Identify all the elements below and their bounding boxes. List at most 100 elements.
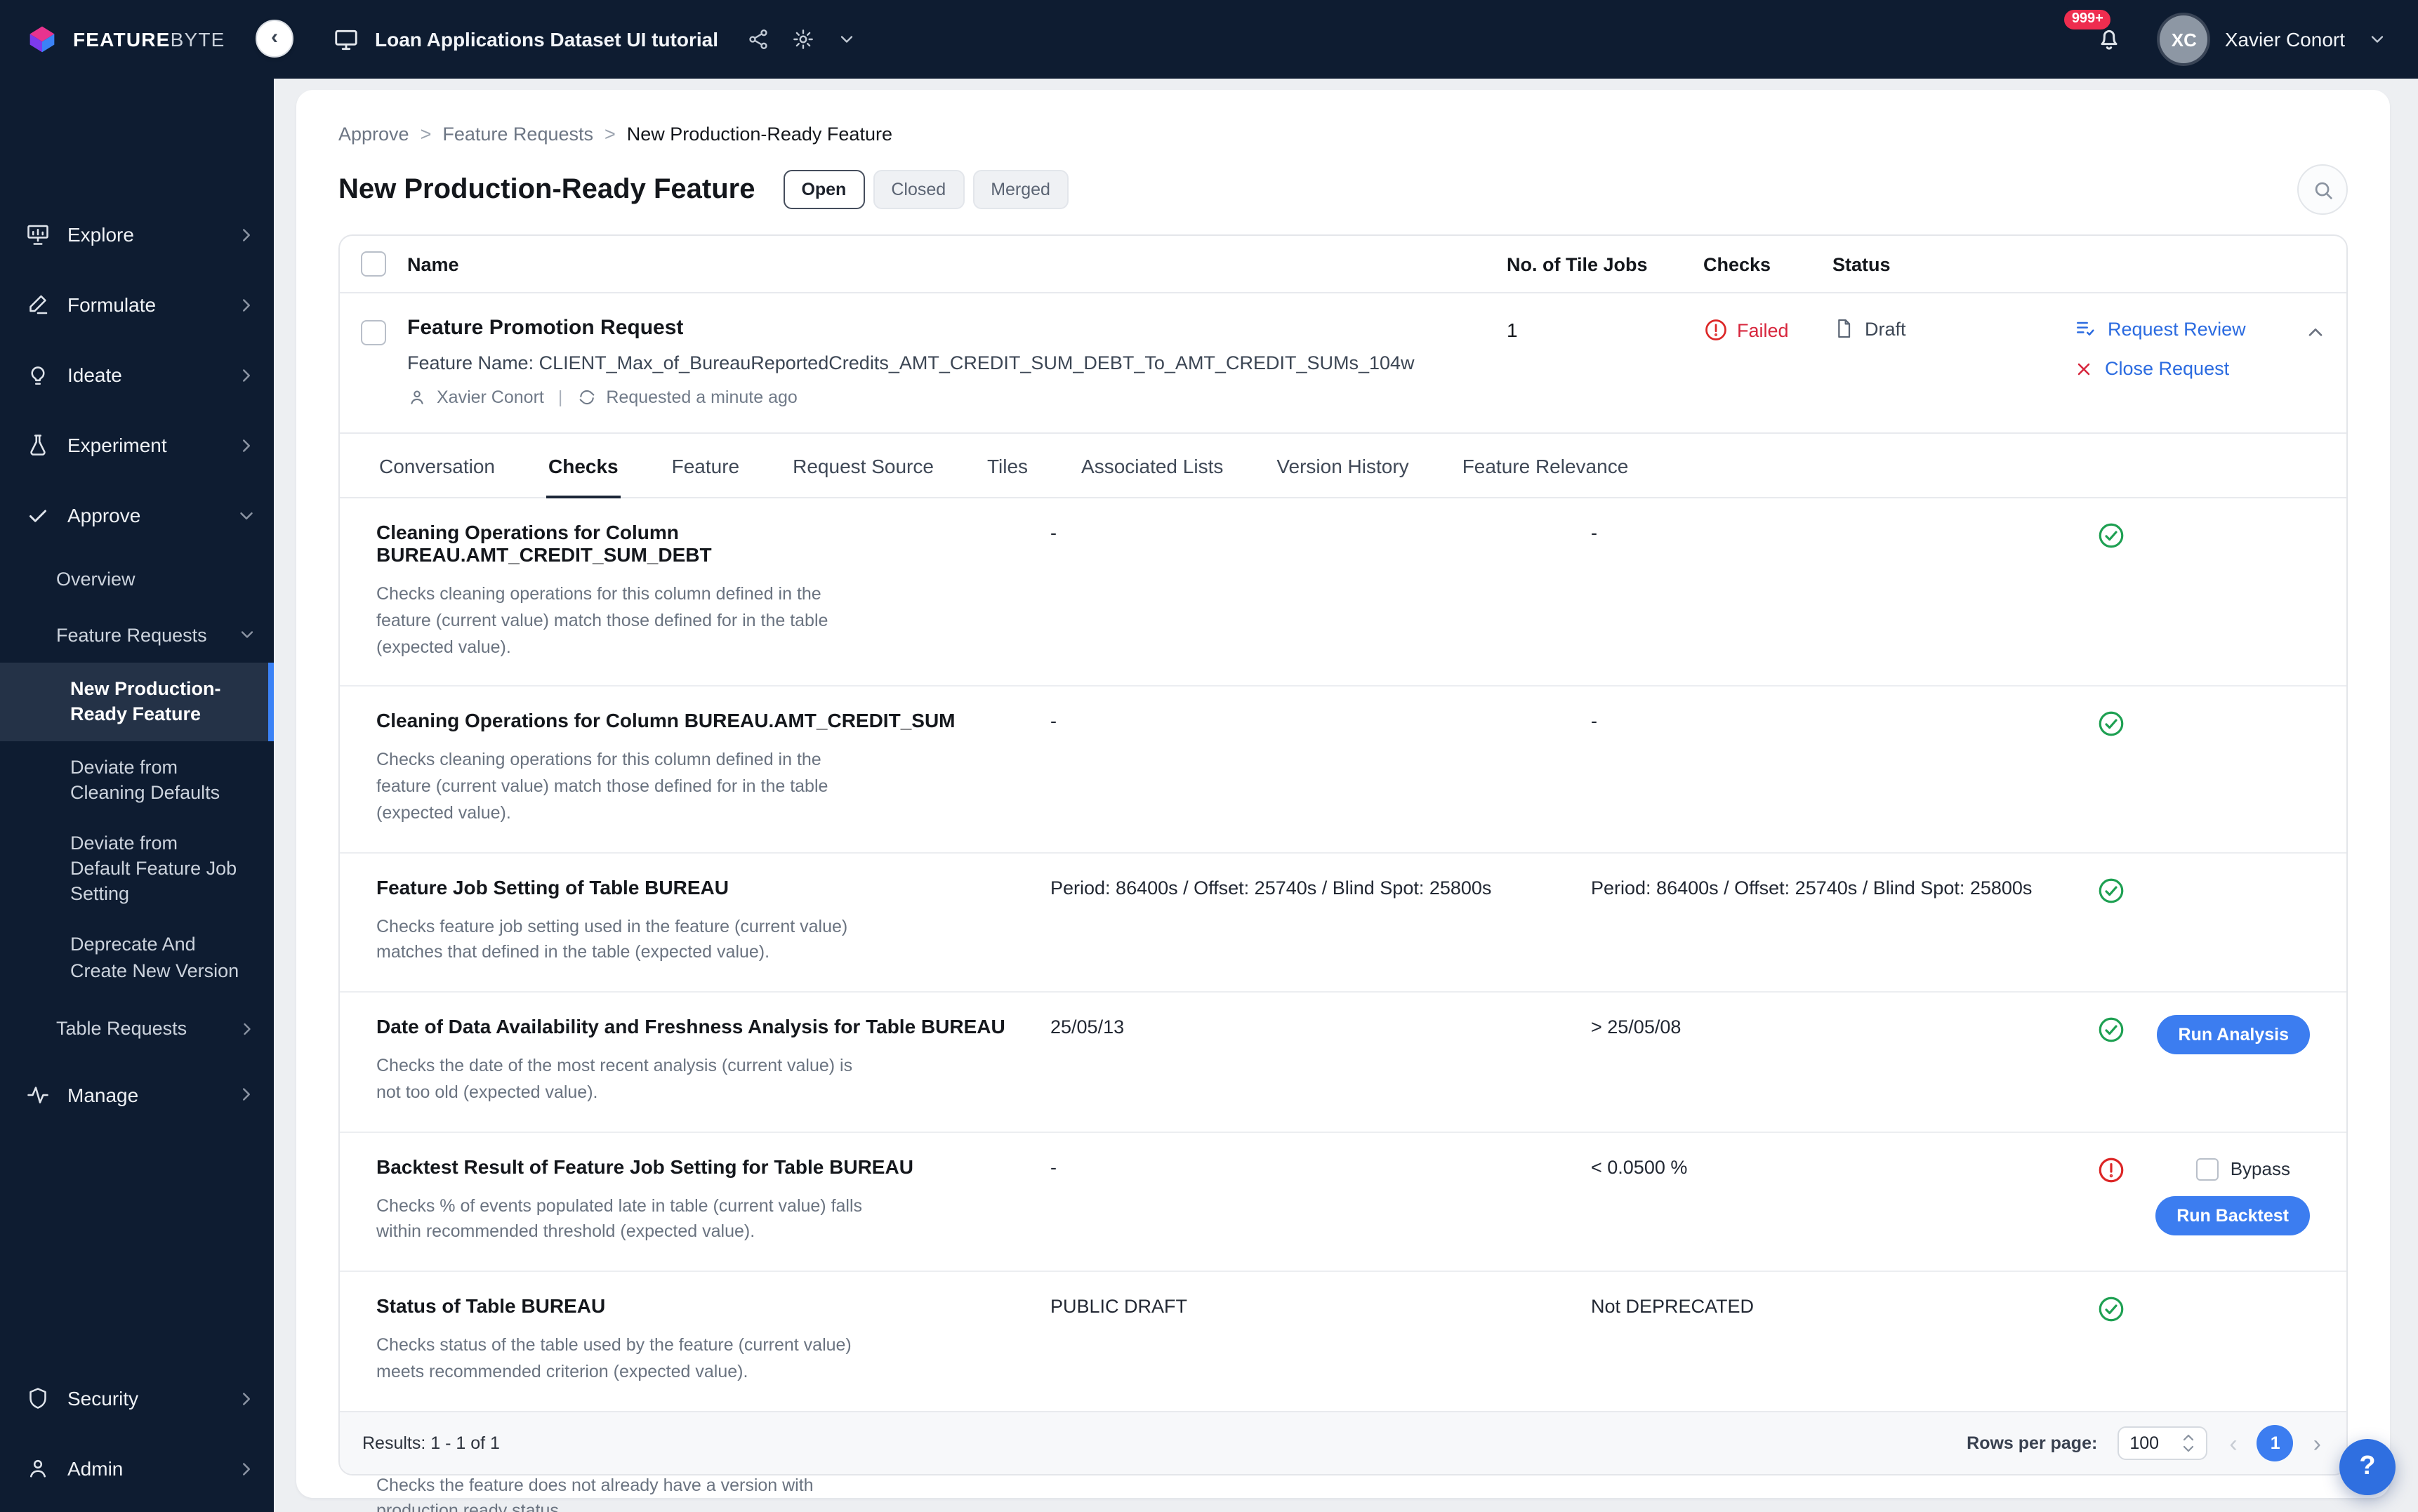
sidebar-item-formulate[interactable]: Formulate — [0, 270, 274, 340]
filter-open[interactable]: Open — [783, 170, 865, 209]
sidebar-item-deprecate-and-create-new-version[interactable]: Deprecate And Create New Version — [0, 919, 274, 997]
pagination-next-icon[interactable]: › — [2311, 1431, 2324, 1455]
search-button[interactable] — [2297, 164, 2348, 215]
tab-conversation[interactable]: Conversation — [376, 434, 498, 498]
tab-feature[interactable]: Feature — [669, 434, 743, 498]
page-title: New Production-Ready Feature — [338, 173, 755, 204]
tab-tiles[interactable]: Tiles — [984, 434, 1031, 498]
check-row: Feature Job Setting of Table BUREAU Chec… — [340, 853, 2346, 993]
tab-request-source[interactable]: Request Source — [790, 434, 937, 498]
check-description: Checks status of the table used by the f… — [376, 1335, 852, 1381]
sidebar-item-explore[interactable]: Explore — [0, 199, 274, 270]
breadcrumb-current: New Production-Ready Feature — [626, 124, 892, 145]
check-current-value: - — [1050, 710, 1057, 732]
sidebar-item-ideate[interactable]: Ideate — [0, 340, 274, 410]
help-button[interactable]: ? — [2339, 1439, 2396, 1495]
pagination-page-1[interactable]: 1 — [2257, 1425, 2294, 1461]
sidebar-item-deviate-from-default-feature-job-setting[interactable]: Deviate from Default Feature Job Setting — [0, 820, 274, 919]
requests-table: Name No. of Tile Jobs Checks Status Feat… — [338, 234, 2348, 1512]
filter-merged[interactable]: Merged — [972, 170, 1069, 209]
topbar: FEATUREBYTE Loan Applications Dataset UI… — [0, 0, 2418, 79]
breadcrumb-feature-requests[interactable]: Feature Requests — [442, 124, 593, 145]
check-title: Feature Job Setting of Table BUREAU — [376, 875, 729, 898]
select-all-checkbox[interactable] — [361, 251, 386, 277]
content-panel: Approve > Feature Requests > New Product… — [296, 90, 2390, 1512]
check-expected-value: < 0.0500 % — [1591, 1156, 1688, 1177]
sidebar-item-approve[interactable]: Approve — [0, 480, 274, 550]
chevron-right-icon — [236, 364, 257, 385]
tab-version-history[interactable]: Version History — [1274, 434, 1411, 498]
check-expected-value: - — [1591, 522, 1597, 543]
check-description: Checks cleaning operations for this colu… — [376, 584, 828, 656]
select-stepper-icon — [2181, 1433, 2194, 1453]
check-title: Backtest Result of Feature Job Setting f… — [376, 1155, 913, 1177]
check-expected-value: > 25/05/08 — [1591, 1016, 1682, 1037]
sidebar-item-label: Formulate — [67, 293, 157, 316]
approve-check-icon — [25, 503, 51, 528]
chevron-down-icon — [236, 505, 257, 526]
manage-activity-icon — [25, 1082, 51, 1107]
close-x-icon — [2074, 359, 2094, 378]
run-analysis-button[interactable]: Run Analysis — [2157, 1015, 2310, 1054]
breadcrumb-approve[interactable]: Approve — [338, 124, 409, 145]
featurebyte-logo-icon — [29, 26, 55, 53]
sidebar-item-table-requests[interactable]: Table Requests — [0, 997, 274, 1059]
check-title: Cleaning Operations for Column BUREAU.AM… — [376, 709, 956, 732]
sidebar-item-manage[interactable]: Manage — [0, 1059, 274, 1129]
check-circle-icon — [2096, 710, 2181, 739]
workspace-settings-button[interactable] — [786, 22, 819, 56]
check-description: Checks the feature does not already have… — [376, 1475, 814, 1512]
chevron-right-icon — [236, 1084, 257, 1105]
sidebar: Explore Formulate Ideate Experiment Appr… — [0, 79, 274, 1512]
sidebar-item-new-production-ready-feature[interactable]: New Production-Ready Feature — [0, 663, 274, 741]
check-title: Status of Table BUREAU — [376, 1294, 606, 1317]
user-menu-button[interactable] — [2362, 24, 2393, 55]
user-name: Xavier Conort — [2224, 28, 2345, 51]
check-expected-value: Not DEPRECATED — [1591, 1296, 1755, 1317]
sidebar-item-label: Security — [67, 1387, 139, 1410]
tab-feature-relevance[interactable]: Feature Relevance — [1460, 434, 1632, 498]
sidebar-item-deviate-from-cleaning-defaults[interactable]: Deviate from Cleaning Defaults — [0, 741, 274, 820]
sidebar-item-admin[interactable]: Admin — [0, 1433, 274, 1504]
sidebar-item-feature-requests[interactable]: Feature Requests — [0, 606, 274, 663]
sidebar-item-label: New Production-Ready Feature — [70, 677, 221, 724]
request-review-label: Request Review — [2108, 318, 2246, 339]
row-collapse-button[interactable] — [2285, 316, 2346, 344]
checks-list: Cleaning Operations for Column BUREAU.AM… — [340, 498, 2346, 1512]
bypass-checkbox[interactable] — [2196, 1158, 2219, 1180]
shield-icon — [25, 1386, 51, 1411]
check-circle-icon — [2096, 521, 2181, 550]
close-request-link[interactable]: Close Request — [2074, 358, 2285, 379]
checks-status: Failed — [1703, 316, 1832, 343]
avatar[interactable]: XC — [2160, 15, 2208, 63]
pagination-prev-icon[interactable]: ‹ — [2226, 1431, 2240, 1455]
sidebar-item-experiment[interactable]: Experiment — [0, 410, 274, 480]
featurebyte-logo[interactable]: FEATUREBYTE — [0, 0, 274, 79]
filter-closed[interactable]: Closed — [873, 170, 965, 209]
state-filter: Open Closed Merged — [783, 170, 1069, 209]
share-button[interactable] — [741, 22, 774, 56]
breadcrumb-separator: > — [420, 124, 432, 145]
request-review-link[interactable]: Request Review — [2074, 317, 2285, 340]
sidebar-item-security[interactable]: Security — [0, 1363, 274, 1433]
run-backtest-button[interactable]: Run Backtest — [2155, 1195, 2310, 1235]
requester-name: Xavier Conort — [437, 387, 544, 407]
check-circle-icon — [2096, 1294, 2181, 1324]
chevron-up-icon — [2304, 321, 2327, 344]
request-title: Feature Promotion Request — [407, 316, 684, 340]
workspace-name[interactable]: Loan Applications Dataset UI tutorial — [375, 28, 718, 51]
status-badge: Draft — [1832, 316, 2074, 340]
chevron-down-icon — [237, 625, 257, 644]
tab-checks[interactable]: Checks — [546, 434, 621, 498]
detail-tabs: Conversation Checks Feature Request Sour… — [340, 434, 2346, 498]
sidebar-collapse-button[interactable]: ‹ — [256, 20, 293, 58]
sidebar-item-overview[interactable]: Overview — [0, 550, 274, 606]
rows-per-page-select[interactable]: 100 — [2117, 1426, 2207, 1460]
chevron-right-icon — [236, 1388, 257, 1409]
featurebyte-logo-text: FEATUREBYTE — [73, 28, 225, 51]
row-checkbox[interactable] — [361, 320, 386, 345]
sidebar-item-label: Table Requests — [56, 1018, 187, 1040]
sidebar-item-label: Admin — [67, 1457, 124, 1480]
tab-associated-lists[interactable]: Associated Lists — [1078, 434, 1226, 498]
workspace-dropdown-button[interactable] — [831, 24, 861, 55]
